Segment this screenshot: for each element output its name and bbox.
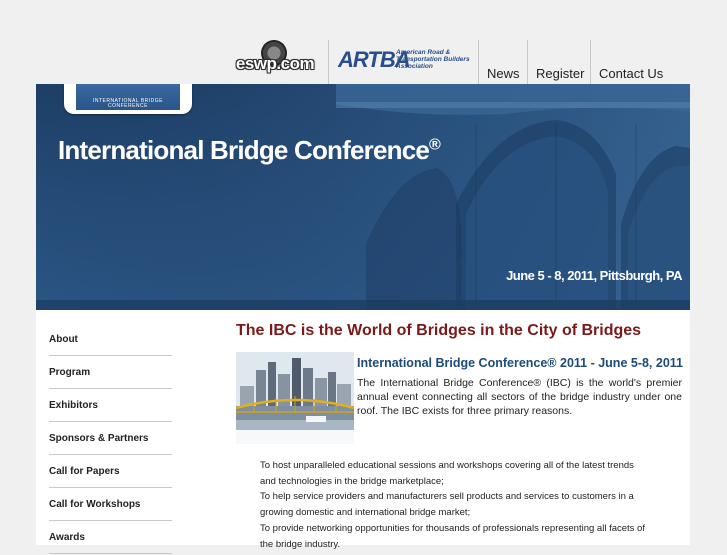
divider [527,40,528,84]
sidebar-item-program[interactable]: Program [49,357,172,389]
hero-banner: INTERNATIONAL BRIDGE CONFERENCE Internat… [36,84,690,310]
registered-mark: ® [429,136,441,154]
top-header: eswp.com ARTBA American Road & Transport… [0,0,727,84]
nav-news-link[interactable]: News [487,66,520,81]
reasons-list: To host unparalleled educational session… [260,458,660,552]
reason-line: To help service providers and manufactur… [260,491,634,503]
reason-line: growing domestic and international bridg… [260,507,471,519]
divider [328,40,329,84]
artba-logo-subtitle: American Road & Transportation Builders … [396,49,470,70]
intro-paragraph: The International Bridge Conference® (IB… [357,377,682,417]
sidebar-nav: About Program Exhibitors Sponsors & Part… [49,324,172,555]
banner-title: International Bridge Conference® [58,135,441,166]
sidebar-item-awards[interactable]: Awards [49,522,172,554]
content-area: About Program Exhibitors Sponsors & Part… [36,310,690,554]
sidebar-item-about[interactable]: About [49,324,172,356]
nav-register-link[interactable]: Register [536,66,584,81]
section-subheadline: International Bridge Conference® 2011 - … [357,356,683,370]
sidebar-item-exhibitors[interactable]: Exhibitors [49,390,172,422]
reason-line: To provide networking opportunities for … [260,522,645,534]
sidebar-item-call-for-workshops[interactable]: Call for Workshops [49,489,172,521]
artba-logo[interactable]: ARTBA American Road & Transportation Bui… [338,47,474,73]
reason-line: To host unparalleled educational session… [260,460,634,471]
eswp-logo-text: eswp.com [235,54,315,73]
banner-date: June 5 - 8, 2011, Pittsburgh, PA [506,268,682,283]
skyline-image [236,352,354,444]
reason-line: the bridge industry. [260,538,341,550]
eswp-logo[interactable]: eswp.com [231,40,319,76]
ibc-tab-logo-text: INTERNATIONAL BRIDGE CONFERENCE [92,98,163,109]
nav-contact-link[interactable]: Contact Us [599,66,663,81]
reason-line: and technologies in the bridge marketpla… [260,475,444,487]
banner-title-text: International Bridge Conference [58,135,430,165]
ibc-tab-logo[interactable]: INTERNATIONAL BRIDGE CONFERENCE [64,84,192,114]
divider [478,40,479,84]
sidebar-item-call-for-papers[interactable]: Call for Papers [49,456,172,488]
sidebar-item-sponsors-partners[interactable]: Sponsors & Partners [49,423,172,455]
divider [590,40,591,84]
pittsburgh-skyline-photo [236,352,354,444]
page-headline: The IBC is the World of Bridges in the C… [236,322,642,339]
